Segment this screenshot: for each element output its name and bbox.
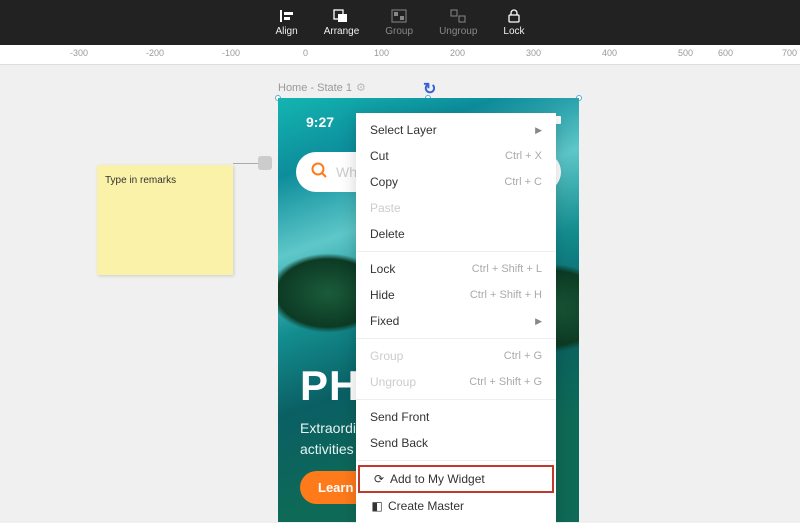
ruler-tick: -200: [146, 48, 164, 58]
gear-icon[interactable]: ⚙: [356, 81, 366, 94]
refresh-icon: ⟳: [372, 472, 386, 486]
menu-ungroup: UngroupCtrl + Shift + G: [356, 369, 556, 395]
menu-add-to-my-widget[interactable]: ⟳ Add to My Widget: [358, 465, 554, 493]
ruler-tick: 600: [718, 48, 733, 58]
ungroup-tool[interactable]: Ungroup: [439, 8, 477, 37]
ruler-tick: 700: [782, 48, 797, 58]
group-label: Group: [385, 26, 413, 37]
lock-icon: [507, 8, 521, 24]
group-tool[interactable]: Group: [385, 8, 413, 37]
align-label: Align: [275, 26, 297, 37]
horizontal-ruler: -300 -200 -100 0 100 200 300 400 500 600 700: [0, 45, 800, 65]
ruler-tick: 200: [450, 48, 465, 58]
lock-tool[interactable]: Lock: [503, 8, 524, 37]
arrange-label: Arrange: [324, 26, 360, 37]
sticky-note-text: Type in remarks: [105, 175, 176, 186]
menu-send-back[interactable]: Send Back: [356, 430, 556, 456]
ruler-tick: 400: [602, 48, 617, 58]
menu-send-front[interactable]: Send Front: [356, 404, 556, 430]
ungroup-icon: [450, 8, 466, 24]
ruler-tick: -300: [70, 48, 88, 58]
menu-hide[interactable]: HideCtrl + Shift + H: [356, 282, 556, 308]
menu-copy[interactable]: CopyCtrl + C: [356, 169, 556, 195]
ruler-tick: 300: [526, 48, 541, 58]
search-icon: [310, 161, 328, 184]
ruler-tick: -100: [222, 48, 240, 58]
artboard-label[interactable]: Home - State 1 ⚙: [278, 81, 366, 94]
sticky-note[interactable]: Type in remarks: [97, 165, 233, 275]
note-connector-anchor[interactable]: [258, 156, 272, 170]
design-canvas[interactable]: Home - State 1 ⚙ ↻ 9:27 Wh PHU Extraordi…: [0, 65, 800, 521]
align-icon: [279, 8, 295, 24]
chevron-right-icon: ▶: [535, 125, 542, 136]
ruler-tick: 0: [303, 48, 308, 58]
menu-delete[interactable]: Delete: [356, 221, 556, 247]
ruler-tick: 100: [374, 48, 389, 58]
menu-cut[interactable]: CutCtrl + X: [356, 143, 556, 169]
arrange-tool[interactable]: Arrange: [324, 8, 360, 37]
context-menu: Select Layer▶ CutCtrl + X CopyCtrl + C P…: [356, 113, 556, 523]
menu-group: GroupCtrl + G: [356, 343, 556, 369]
lock-label: Lock: [503, 26, 524, 37]
menu-separator: [356, 251, 556, 252]
arrange-icon: [333, 8, 349, 24]
align-tool[interactable]: Align: [275, 8, 297, 37]
search-placeholder: Wh: [336, 164, 357, 180]
menu-create-master[interactable]: ◧ Create Master: [356, 493, 556, 519]
menu-separator: [356, 338, 556, 339]
menu-paste: Paste: [356, 195, 556, 221]
hero-subtitle: Extraordi activities: [300, 418, 356, 460]
chevron-right-icon: ▶: [535, 316, 542, 327]
menu-separator: [356, 399, 556, 400]
menu-fixed[interactable]: Fixed▶: [356, 308, 556, 334]
top-toolbar: Align Arrange Group Ungroup Lock: [0, 0, 800, 45]
phone-time: 9:27: [306, 114, 334, 130]
menu-select-layer[interactable]: Select Layer▶: [356, 117, 556, 143]
menu-separator: [356, 460, 556, 461]
group-icon: [391, 8, 407, 24]
artboard-name: Home - State 1: [278, 82, 352, 94]
master-icon: ◧: [370, 499, 384, 513]
ungroup-label: Ungroup: [439, 26, 477, 37]
menu-lock[interactable]: LockCtrl + Shift + L: [356, 256, 556, 282]
ruler-tick: 500: [678, 48, 693, 58]
